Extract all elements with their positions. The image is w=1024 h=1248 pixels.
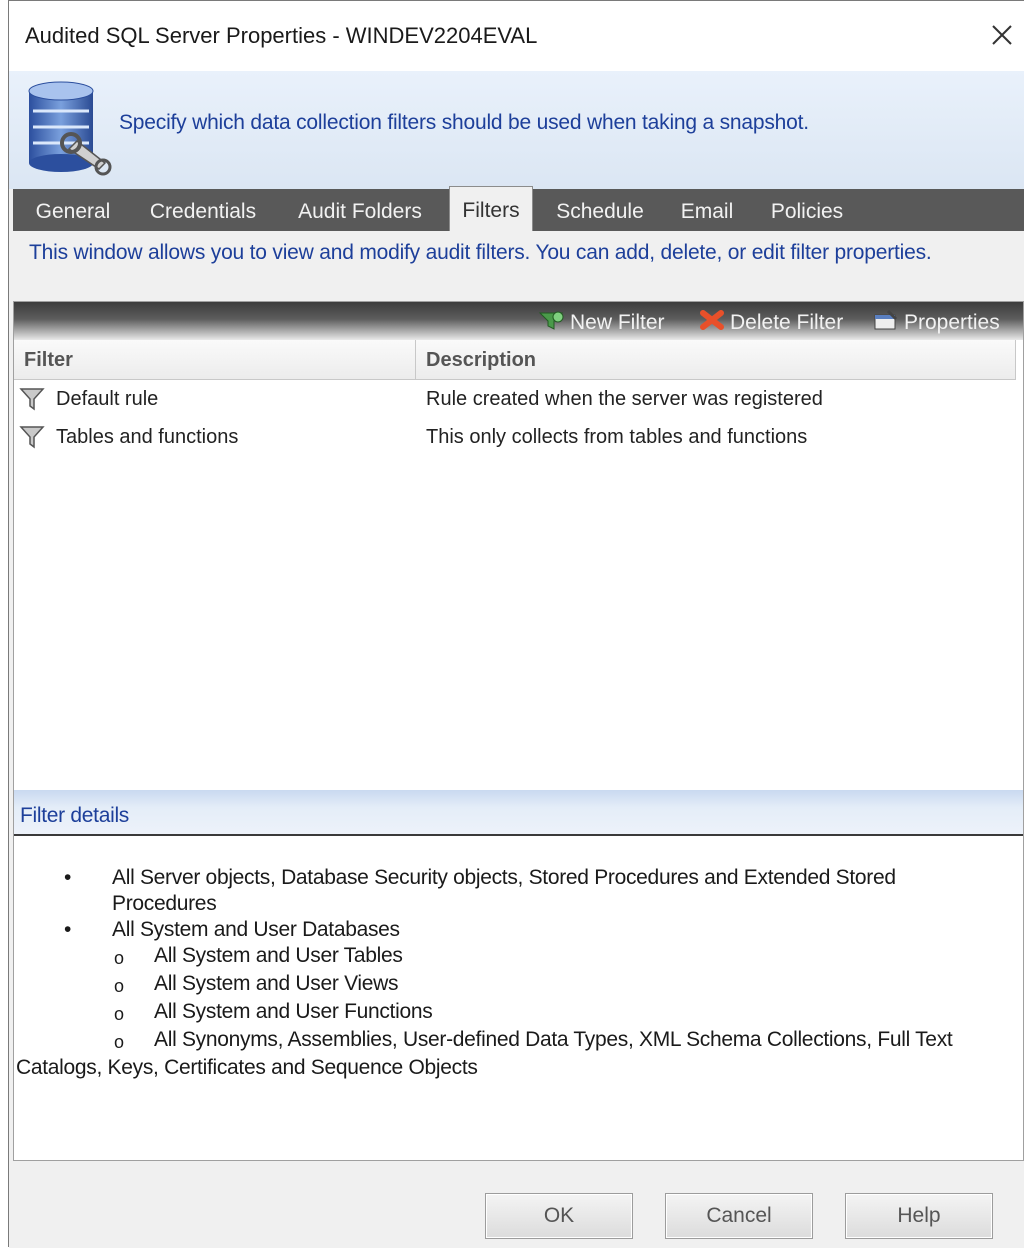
- properties-dialog: Audited SQL Server Properties - WINDEV22…: [8, 0, 1024, 1248]
- detail-sub-line: All System and User Functions: [154, 1000, 433, 1023]
- filter-row-default[interactable]: Default rule Rule created when the serve…: [14, 380, 1023, 418]
- detail-line: All Server objects, Database Security ob…: [112, 866, 896, 889]
- new-filter-label: New Filter: [570, 311, 665, 334]
- detail-sub-line: All System and User Views: [154, 972, 399, 995]
- funnel-icon: [18, 385, 46, 413]
- properties-label: Properties: [904, 311, 1000, 334]
- wizard-header: Specify which data collection filters sh…: [9, 71, 1024, 189]
- tab-schedule[interactable]: Schedule: [545, 189, 655, 231]
- dialog-footer: OK Cancel Help: [9, 1166, 1024, 1248]
- detail-wrap-line: Catalogs, Keys, Certificates and Sequenc…: [16, 1056, 478, 1079]
- delete-filter-label: Delete Filter: [730, 311, 844, 334]
- page-description: This window allows you to view and modif…: [29, 241, 932, 264]
- sub-bullet: o: [114, 1032, 124, 1052]
- detail-sub-line: All Synonyms, Assemblies, User-defined D…: [154, 1028, 953, 1051]
- delete-filter-button[interactable]: Delete Filter: [698, 308, 843, 338]
- filter-description: Rule created when the server was registe…: [426, 388, 823, 410]
- filter-details-body: • All Server objects, Database Security …: [14, 836, 1023, 1160]
- sub-bullet: o: [114, 976, 124, 996]
- new-filter-button[interactable]: New Filter: [536, 308, 665, 338]
- help-button[interactable]: Help: [845, 1193, 993, 1239]
- filters-toolbar: New Filter Delete Filter Properties: [14, 302, 1023, 340]
- bullet: •: [64, 918, 72, 941]
- tab-policies[interactable]: Policies: [757, 189, 857, 231]
- sub-bullet: o: [114, 948, 124, 968]
- filter-details-header: Filter details: [14, 790, 1023, 836]
- tab-audit-folders[interactable]: Audit Folders: [283, 189, 437, 231]
- tab-general[interactable]: General: [23, 189, 123, 231]
- detail-line: All System and User Databases: [112, 918, 400, 941]
- ok-button[interactable]: OK: [485, 1193, 633, 1239]
- sub-bullet: o: [114, 1004, 124, 1024]
- cancel-button[interactable]: Cancel: [665, 1193, 813, 1239]
- server-wrench-icon: [19, 77, 115, 177]
- tab-email[interactable]: Email: [669, 189, 745, 231]
- properties-button[interactable]: Properties: [872, 308, 1000, 338]
- filter-details-title: Filter details: [20, 804, 130, 827]
- header-instructions: Specify which data collection filters sh…: [119, 111, 809, 134]
- filters-panel: New Filter Delete Filter Properties Filt…: [13, 301, 1024, 1161]
- filter-row-tables[interactable]: Tables and functions This only collects …: [14, 418, 1023, 456]
- window-title: Audited SQL Server Properties - WINDEV22…: [25, 23, 538, 48]
- detail-sub-line: All System and User Tables: [154, 944, 403, 967]
- filter-description: This only collects from tables and funct…: [426, 426, 808, 448]
- properties-icon: [872, 309, 900, 337]
- tab-bar: General Credentials Audit Folders Filter…: [13, 186, 1024, 231]
- tab-credentials[interactable]: Credentials: [135, 189, 271, 231]
- funnel-icon: [18, 423, 46, 451]
- column-header-description[interactable]: Description: [416, 340, 1016, 380]
- close-icon[interactable]: [980, 9, 1024, 63]
- new-filter-icon: [536, 309, 566, 337]
- delete-x-icon: [698, 309, 726, 337]
- title-bar: Audited SQL Server Properties - WINDEV22…: [9, 1, 1024, 71]
- filter-name: Default rule: [56, 388, 159, 410]
- column-header-filter[interactable]: Filter: [14, 340, 416, 380]
- bullet: •: [64, 866, 72, 889]
- filter-name: Tables and functions: [56, 426, 239, 448]
- tab-filters[interactable]: Filters: [449, 186, 533, 231]
- detail-line: Procedures: [112, 892, 217, 915]
